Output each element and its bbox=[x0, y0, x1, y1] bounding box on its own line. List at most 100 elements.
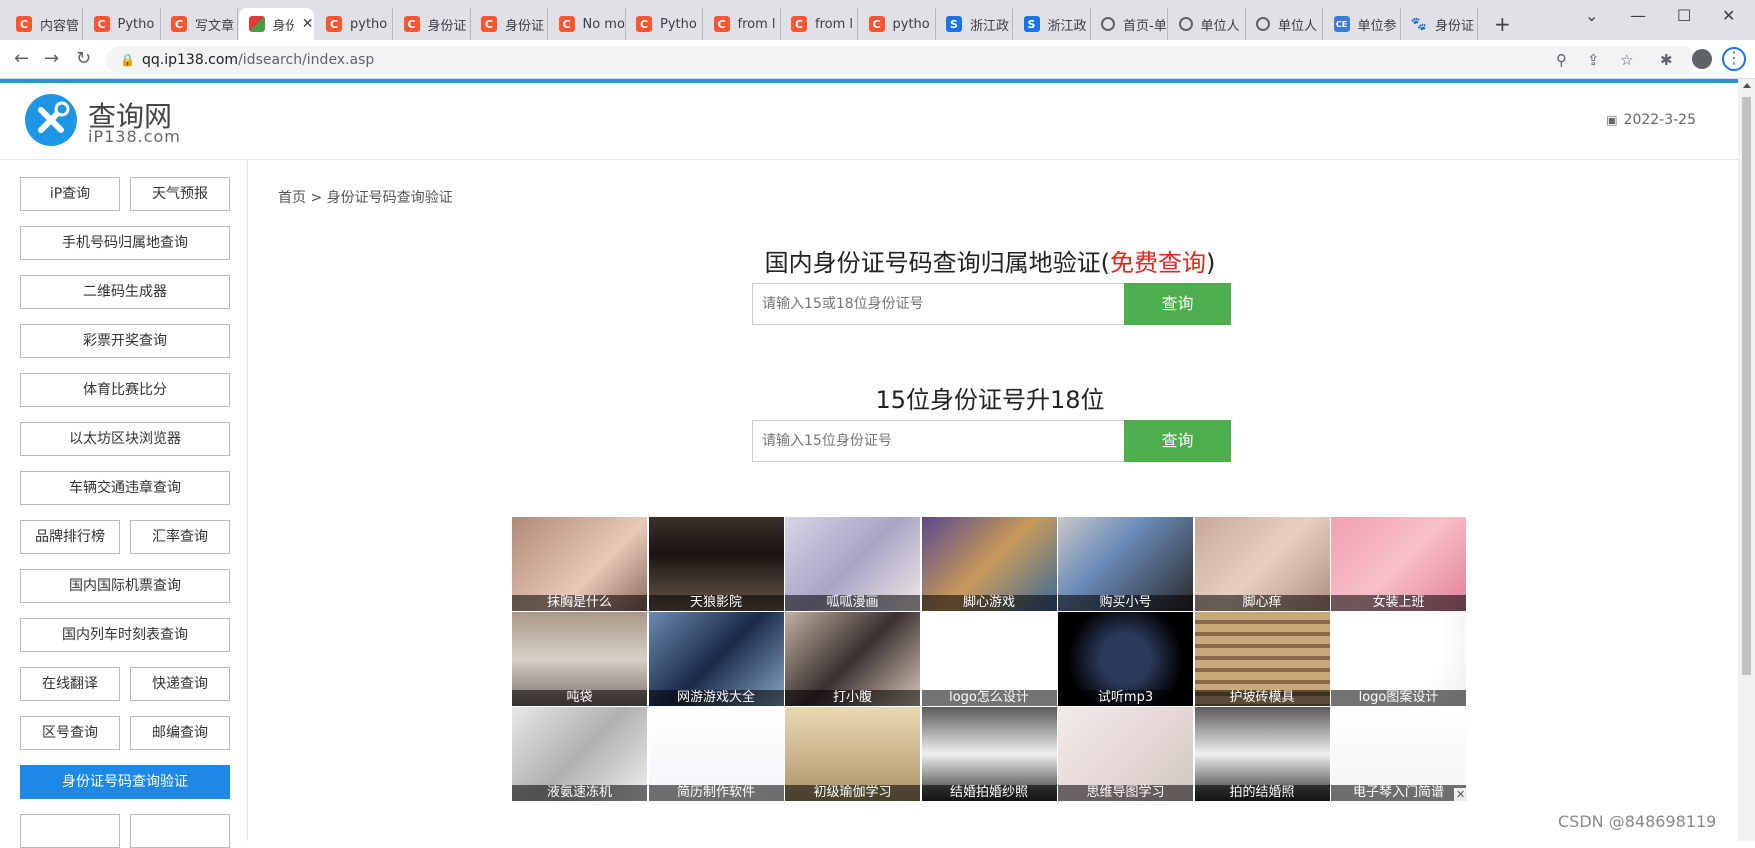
extensions-icon[interactable]: ✱ bbox=[1660, 51, 1673, 69]
browser-tab[interactable]: Cpytho bbox=[316, 8, 393, 40]
csdn-favicon-icon: C bbox=[403, 16, 420, 32]
browser-tab[interactable]: S 浙江政 bbox=[936, 8, 1013, 40]
ad-tile[interactable]: 抹胸是什么 bbox=[512, 517, 647, 611]
sidebar-item[interactable]: 以太坊区块浏览器 bbox=[20, 422, 230, 456]
ad-tile[interactable]: 液氨速冻机 bbox=[512, 707, 647, 801]
browser-tab[interactable]: C No mo bbox=[549, 8, 626, 40]
id15-number-input[interactable] bbox=[752, 420, 1124, 462]
browser-tab[interactable]: 🐾 身份证 bbox=[1401, 8, 1478, 40]
maximize-icon[interactable]: ☐ bbox=[1677, 6, 1691, 25]
sidebar-item[interactable]: 国内国际机票查询 bbox=[20, 569, 230, 603]
ad-tile[interactable]: 打小腹 bbox=[785, 612, 920, 706]
ad-tile[interactable]: 脚心游戏 bbox=[921, 517, 1057, 611]
browser-tab[interactable]: C 写文章 bbox=[161, 8, 238, 40]
browser-tab[interactable]: C Pytho bbox=[84, 8, 161, 40]
ad-tile[interactable]: logo怎么设计 bbox=[921, 612, 1057, 706]
id-query-button[interactable]: 查询 bbox=[1124, 283, 1231, 325]
browser-tab[interactable]: 首页-单 bbox=[1091, 8, 1168, 40]
ad-tile[interactable]: 思维导图学习 bbox=[1058, 707, 1193, 801]
browser-tab[interactable]: 单位人 bbox=[1246, 8, 1323, 40]
ad-tile[interactable]: 电子琴入门简谱 bbox=[1331, 707, 1466, 801]
browser-tab[interactable]: Cfrom l bbox=[781, 8, 858, 40]
back-icon[interactable]: ← bbox=[14, 48, 29, 69]
new-tab-button[interactable]: + bbox=[1486, 8, 1516, 40]
id-number-input[interactable] bbox=[752, 283, 1124, 325]
logo-subtitle[interactable]: iP138.com bbox=[88, 127, 181, 146]
sidebar-item[interactable]: 二维码生成器 bbox=[20, 275, 230, 309]
sidebar-item[interactable]: 快递查询 bbox=[130, 667, 230, 701]
ad-caption: 初级瑜伽学习 bbox=[785, 785, 920, 801]
sidebar-item[interactable]: 手机号码归属地查询 bbox=[20, 226, 230, 260]
scroll-up-icon[interactable] bbox=[1743, 83, 1751, 88]
sidebar-item[interactable]: 品牌排行榜 bbox=[20, 520, 120, 554]
ad-tile[interactable]: 拍的结婚照 bbox=[1194, 707, 1330, 801]
ad-tile[interactable]: 护坡砖模具 bbox=[1194, 612, 1330, 706]
browser-tab[interactable]: S 浙江政 bbox=[1014, 8, 1091, 40]
menu-dots-icon[interactable]: ⋮ bbox=[1722, 47, 1746, 71]
ad-caption: 护坡砖模具 bbox=[1194, 690, 1330, 706]
browser-tab[interactable]: C 身份证 bbox=[471, 8, 548, 40]
ad-tile[interactable]: 吨袋 bbox=[512, 612, 647, 706]
sidebar-item[interactable]: 车辆交通违章查询 bbox=[20, 471, 230, 505]
ad-tile[interactable]: 初级瑜伽学习 bbox=[785, 707, 920, 801]
ad-tile[interactable]: 购买小号 bbox=[1058, 517, 1193, 611]
ad-caption: 拍的结婚照 bbox=[1194, 785, 1330, 801]
sidebar-item[interactable] bbox=[130, 814, 230, 848]
browser-tab[interactable]: C Pytho bbox=[626, 8, 703, 40]
ad-tile[interactable]: 试听mp3 bbox=[1058, 612, 1193, 706]
tab-close-icon[interactable]: ✕ bbox=[302, 16, 314, 32]
profile-avatar-icon[interactable] bbox=[1692, 49, 1712, 69]
ad-tile[interactable]: 结婚拍婚纱照 bbox=[921, 707, 1057, 801]
share-icon[interactable]: ⇪ bbox=[1587, 51, 1600, 69]
sidebar-item[interactable] bbox=[20, 814, 120, 848]
sidebar-item[interactable]: 天气预报 bbox=[130, 177, 230, 211]
id-upgrade-button[interactable]: 查询 bbox=[1124, 420, 1231, 462]
bookmark-star-icon[interactable]: ☆ bbox=[1620, 51, 1633, 69]
ad-caption: 抹胸是什么 bbox=[512, 595, 647, 611]
csdn-favicon-icon: C bbox=[713, 16, 730, 32]
browser-tab[interactable]: C 内容管 bbox=[6, 8, 83, 40]
sidebar-item[interactable]: 邮编查询 bbox=[130, 716, 230, 750]
globe-favicon-icon bbox=[1101, 17, 1115, 31]
ad-close-icon[interactable]: ✕ bbox=[1454, 788, 1468, 801]
sidebar-item[interactable]: 国内列车时刻表查询 bbox=[20, 618, 230, 652]
id-upgrade-title: 15位身份证号升18位 bbox=[875, 386, 1105, 414]
site-header: 查询网 iP138.com ▣ 2022-3-25 bbox=[0, 83, 1738, 160]
ad-tile[interactable]: 脚心痒 bbox=[1194, 517, 1330, 611]
sidebar-item[interactable]: 汇率查询 bbox=[130, 520, 230, 554]
sidebar-item[interactable]: 彩票开奖查询 bbox=[20, 324, 230, 358]
scrollbar-thumb[interactable] bbox=[1742, 97, 1751, 675]
browser-tab[interactable]: 单位人 bbox=[1169, 8, 1246, 40]
sidebar-item[interactable]: 身份证号码查询验证 bbox=[20, 765, 230, 799]
tab-search-chevron-icon[interactable]: ⌄ bbox=[1585, 6, 1598, 25]
logo-tools-icon[interactable] bbox=[25, 94, 77, 146]
ad-tile[interactable]: 简历制作软件 bbox=[648, 707, 784, 801]
minimize-icon[interactable]: — bbox=[1630, 6, 1646, 25]
ad-tile[interactable]: 网游游戏大全 bbox=[648, 612, 784, 706]
forward-icon[interactable]: → bbox=[44, 48, 59, 69]
address-bar[interactable]: 🔒 qq.ip138.com/idsearch/index.asp bbox=[106, 46, 1696, 74]
url-path: /idsearch/index.asp bbox=[238, 52, 375, 68]
browser-tab[interactable]: 身份 ✕ bbox=[238, 8, 314, 40]
ad-tile[interactable]: logo图案设计 bbox=[1331, 612, 1466, 706]
location-icon[interactable]: ⚲ bbox=[1556, 51, 1567, 69]
sidebar-item[interactable]: 体育比赛比分 bbox=[20, 373, 230, 407]
ad-tile[interactable]: 天狼影院 bbox=[648, 517, 784, 611]
ad-tile[interactable]: 女装上班 bbox=[1331, 517, 1466, 611]
reload-icon[interactable]: ↻ bbox=[76, 48, 91, 69]
sidebar-item[interactable]: 区号查询 bbox=[20, 716, 120, 750]
ad-tile[interactable]: 呱呱漫画 bbox=[785, 517, 920, 611]
sidebar-item[interactable]: iP查询 bbox=[20, 177, 120, 211]
sidebar-item[interactable]: 在线翻译 bbox=[20, 667, 120, 701]
browser-tab[interactable]: Cpytho bbox=[859, 8, 936, 40]
vertical-scrollbar[interactable] bbox=[1738, 79, 1755, 841]
tab-label: 身份证 bbox=[1435, 18, 1475, 34]
tab-label: 单位人 bbox=[1278, 18, 1318, 34]
ad-caption: 液氨速冻机 bbox=[512, 785, 647, 801]
browser-tab[interactable]: Cfrom l bbox=[704, 8, 781, 40]
browser-tab[interactable]: CE 单位参 bbox=[1324, 8, 1401, 40]
tab-label: No mo bbox=[582, 16, 625, 32]
ad-caption: 天狼影院 bbox=[648, 595, 784, 611]
browser-tab[interactable]: C 身份证 bbox=[394, 8, 471, 40]
window-close-icon[interactable]: ✕ bbox=[1722, 6, 1735, 25]
